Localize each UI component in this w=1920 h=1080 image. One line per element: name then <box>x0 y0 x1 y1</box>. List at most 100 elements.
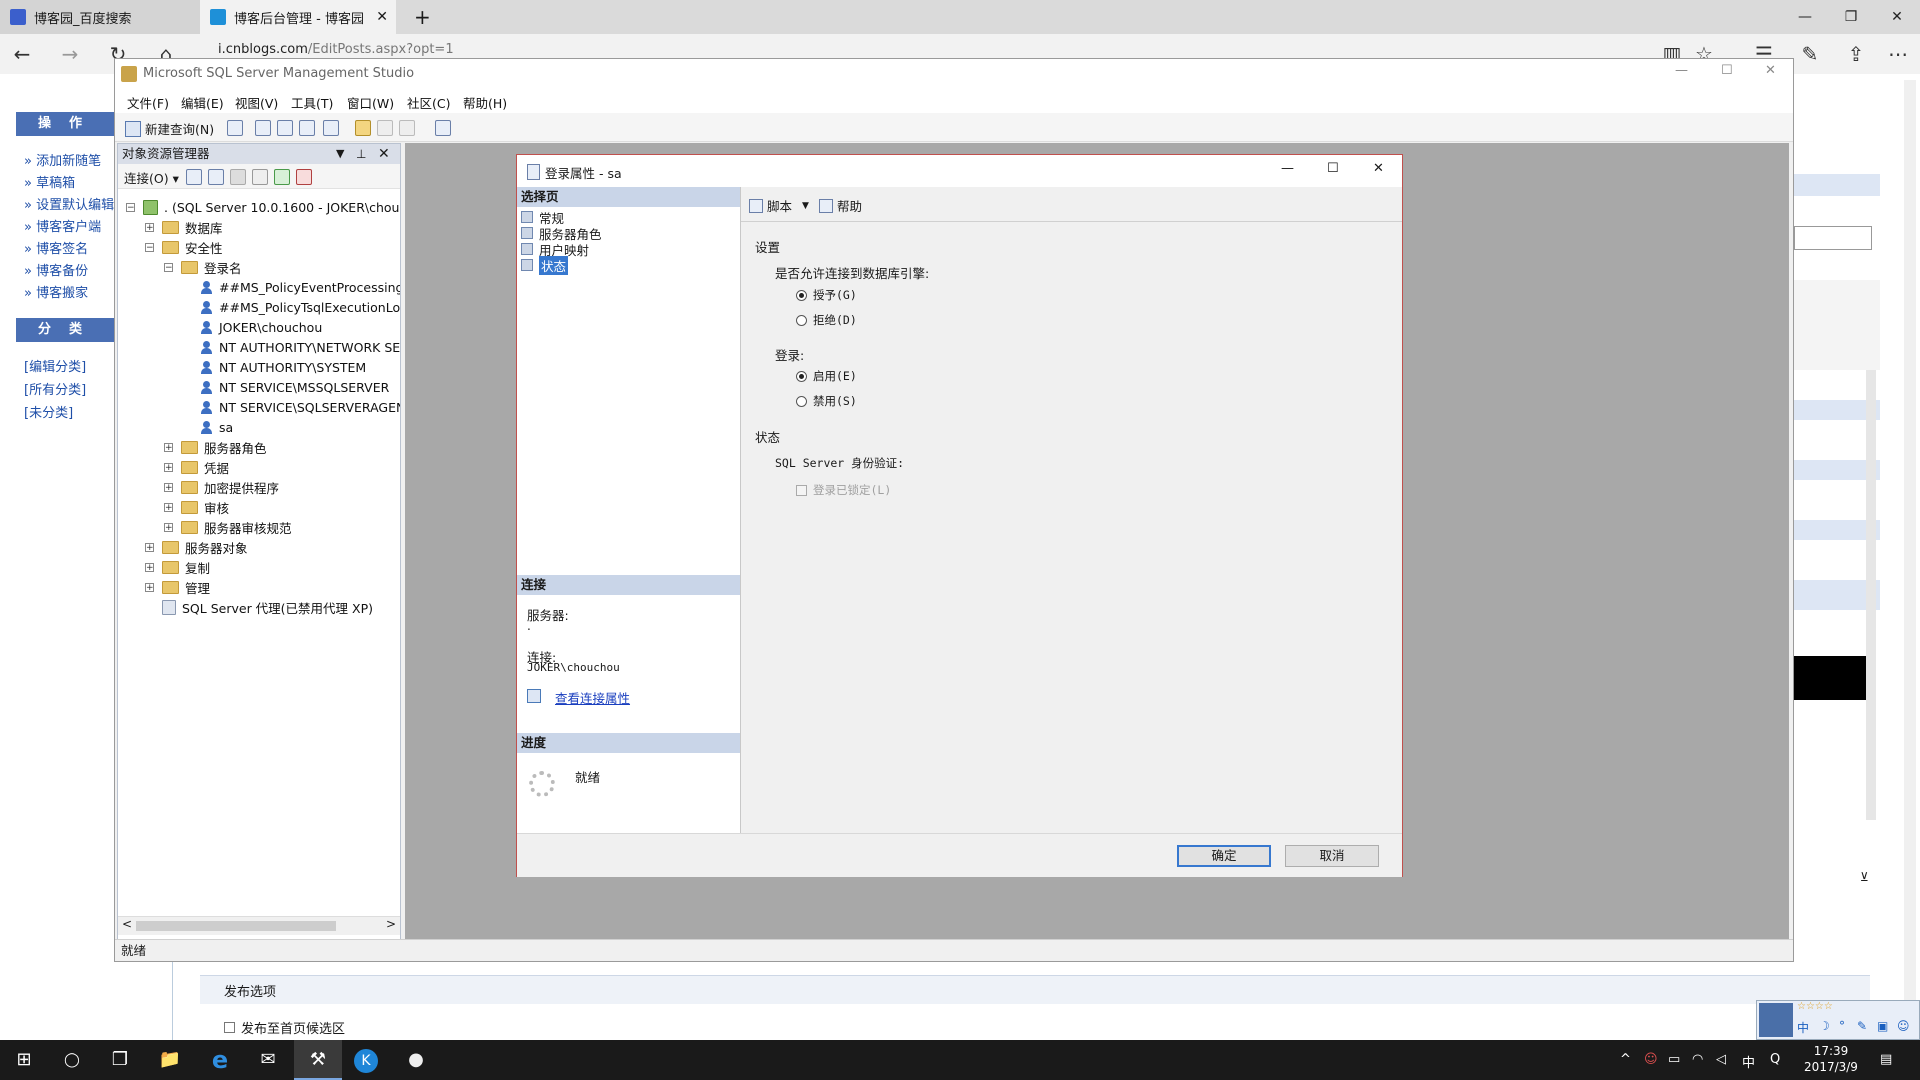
tree-node[interactable]: + 服务器角色 <box>164 438 267 456</box>
sidebar-link-backup[interactable]: » 博客备份 <box>24 260 88 279</box>
tray-sogou-icon[interactable]: Q <box>1770 1052 1780 1067</box>
oe-filter-icon[interactable] <box>252 169 268 185</box>
forward-icon[interactable]: → <box>56 40 84 68</box>
cortana-icon[interactable]: ◯ <box>48 1040 96 1080</box>
more-icon[interactable]: ⋯ <box>1884 40 1912 68</box>
menu-tools[interactable]: 工具(T) <box>291 93 333 112</box>
ime-keyboard-icon[interactable]: ▣ <box>1877 1019 1888 1033</box>
ime-mode-icon[interactable]: 中 <box>1797 1019 1809 1036</box>
menu-view[interactable]: 视图(V) <box>235 93 278 112</box>
mail-icon[interactable]: ✉ <box>244 1040 292 1080</box>
menu-help[interactable]: 帮助(H) <box>463 93 507 112</box>
sidebar-link-migrate[interactable]: » 博客搬家 <box>24 282 88 301</box>
ssms-maximize-button[interactable]: ☐ <box>1721 63 1733 78</box>
expand-icon[interactable]: + <box>164 482 173 492</box>
connect-dropdown[interactable]: 连接(O) ▾ <box>124 168 179 187</box>
qq-icon[interactable]: ● <box>392 1040 440 1080</box>
back-icon[interactable]: ← <box>8 40 36 68</box>
tree-node[interactable]: ##MS_PolicyTsqlExecutionLogin## <box>183 298 400 316</box>
browser-scrollbar[interactable] <box>1904 80 1916 1040</box>
tree-node[interactable]: + 凭据 <box>164 458 229 476</box>
publish-home-checkbox[interactable] <box>224 1022 235 1033</box>
deny-radio[interactable]: 拒绝(D) <box>796 312 857 328</box>
cancel-button[interactable]: 取消 <box>1285 845 1379 867</box>
publish-options-bar[interactable]: 发布选项 <box>200 975 1870 1004</box>
toolbar-file-icon[interactable] <box>227 120 243 136</box>
scroll-left-icon[interactable]: < <box>122 917 132 931</box>
new-query-button[interactable]: 新建查询(N) <box>125 119 214 138</box>
expand-icon[interactable]: + <box>164 442 173 452</box>
tree-node[interactable]: NT SERVICE\SQLSERVERAGENT <box>183 398 400 416</box>
menu-file[interactable]: 文件(F) <box>127 93 169 112</box>
toolbar-save-all-icon[interactable] <box>399 120 415 136</box>
action-center-icon[interactable]: ▤ <box>1880 1052 1892 1067</box>
tree-node[interactable]: − 登录名 <box>164 258 242 276</box>
new-tab-button[interactable]: + <box>404 0 434 34</box>
script-button[interactable]: 脚本 ▼ <box>749 196 809 215</box>
ime-dot-icon[interactable]: ° <box>1839 1019 1845 1033</box>
expand-icon[interactable]: + <box>145 582 154 592</box>
kugou-taskbar-button[interactable]: K <box>342 1040 390 1080</box>
expand-icon[interactable]: + <box>164 502 173 512</box>
tree-node[interactable]: NT AUTHORITY\SYSTEM <box>183 358 366 376</box>
category-link-all[interactable]: [所有分类] <box>24 379 86 398</box>
blog-scrollbar[interactable] <box>1866 370 1876 820</box>
tree-node[interactable]: + 服务器对象 <box>145 538 248 556</box>
sidebar-link-client[interactable]: » 博客客户端 <box>24 216 101 235</box>
taskbar-clock[interactable]: 17:39 2017/3/9 <box>1796 1043 1866 1075</box>
oe-disconnect-icon[interactable] <box>208 169 224 185</box>
page-item-status[interactable]: 状态 <box>521 255 569 275</box>
scroll-thumb[interactable] <box>136 921 336 931</box>
sidebar-link-signature[interactable]: » 博客签名 <box>24 238 88 257</box>
category-link-uncategorized[interactable]: [未分类] <box>24 402 73 421</box>
tree-node[interactable]: + 复制 <box>145 558 210 576</box>
tray-overflow-icon[interactable]: ^ <box>1620 1052 1631 1067</box>
oe-stop-icon[interactable] <box>230 169 246 185</box>
tree-node[interactable]: SQL Server 代理(已禁用代理 XP) <box>145 598 373 616</box>
dialog-minimize-button[interactable]: — <box>1281 161 1294 176</box>
oe-summary-icon[interactable] <box>296 169 312 185</box>
file-explorer-icon[interactable]: 📁 <box>146 1040 194 1080</box>
browser-minimize-button[interactable]: — <box>1794 6 1816 28</box>
oe-close-icon[interactable]: ✕ <box>378 144 390 164</box>
ssms-close-button[interactable]: ✕ <box>1765 63 1776 78</box>
tree-node[interactable]: + 服务器审核规范 <box>164 518 292 536</box>
disable-radio[interactable]: 禁用(S) <box>796 393 857 409</box>
tray-person-icon[interactable]: ☺ <box>1644 1052 1658 1067</box>
ok-button[interactable]: 确定 <box>1177 845 1271 867</box>
expand-icon[interactable]: + <box>145 222 154 232</box>
browser-maximize-button[interactable]: ❐ <box>1840 6 1862 28</box>
ssms-taskbar-icon[interactable]: ⚒ <box>294 1040 342 1080</box>
browser-close-button[interactable]: ✕ <box>1886 6 1908 28</box>
toolbar-mdx-icon[interactable] <box>299 120 315 136</box>
tray-battery-icon[interactable]: ▭ <box>1668 1052 1680 1067</box>
menu-window[interactable]: 窗口(W) <box>347 93 394 112</box>
address-bar[interactable]: i.cnblogs.com/EditPosts.aspx?opt=1 <box>218 42 454 57</box>
menu-edit[interactable]: 编辑(E) <box>181 93 224 112</box>
browser-tab-baidu[interactable]: 博客园_百度搜索 <box>0 0 200 34</box>
sidebar-link-drafts[interactable]: » 草稿箱 <box>24 172 75 191</box>
tree-node[interactable]: − 安全性 <box>145 238 223 256</box>
tree-node[interactable]: NT SERVICE\MSSQLSERVER <box>183 378 389 396</box>
tray-ime-icon[interactable]: 中 <box>1742 1052 1755 1071</box>
toolbar-save-icon[interactable] <box>377 120 393 136</box>
tree-node[interactable]: + 加密提供程序 <box>164 478 279 496</box>
task-view-icon[interactable]: ❐ <box>96 1040 144 1080</box>
oe-dropdown-icon[interactable]: ▼ <box>336 144 344 164</box>
tree-node[interactable]: + 审核 <box>164 498 229 516</box>
collapse-icon[interactable]: − <box>145 242 154 252</box>
login-locked-checkbox[interactable]: 登录已锁定(L) <box>796 482 891 498</box>
publish-home-row[interactable]: 发布至首页候选区 <box>224 1018 345 1037</box>
menu-community[interactable]: 社区(C) <box>407 93 450 112</box>
expand-icon[interactable]: + <box>145 562 154 572</box>
tree-node[interactable]: NT AUTHORITY\NETWORK SERVICE <box>183 338 400 356</box>
dialog-close-button[interactable]: ✕ <box>1373 161 1384 176</box>
collapse-icon[interactable]: − <box>164 262 173 272</box>
oe-connect-icon[interactable] <box>186 169 202 185</box>
expand-icon[interactable]: + <box>164 462 173 472</box>
script-dropdown-icon[interactable]: ▼ <box>802 201 809 211</box>
tree-node[interactable]: ##MS_PolicyEventProcessingLogin## <box>183 278 400 296</box>
tray-wifi-icon[interactable]: ◠ <box>1692 1052 1703 1067</box>
ime-pen-icon[interactable]: ✎ <box>1857 1019 1867 1033</box>
edge-icon[interactable]: e <box>196 1040 244 1080</box>
